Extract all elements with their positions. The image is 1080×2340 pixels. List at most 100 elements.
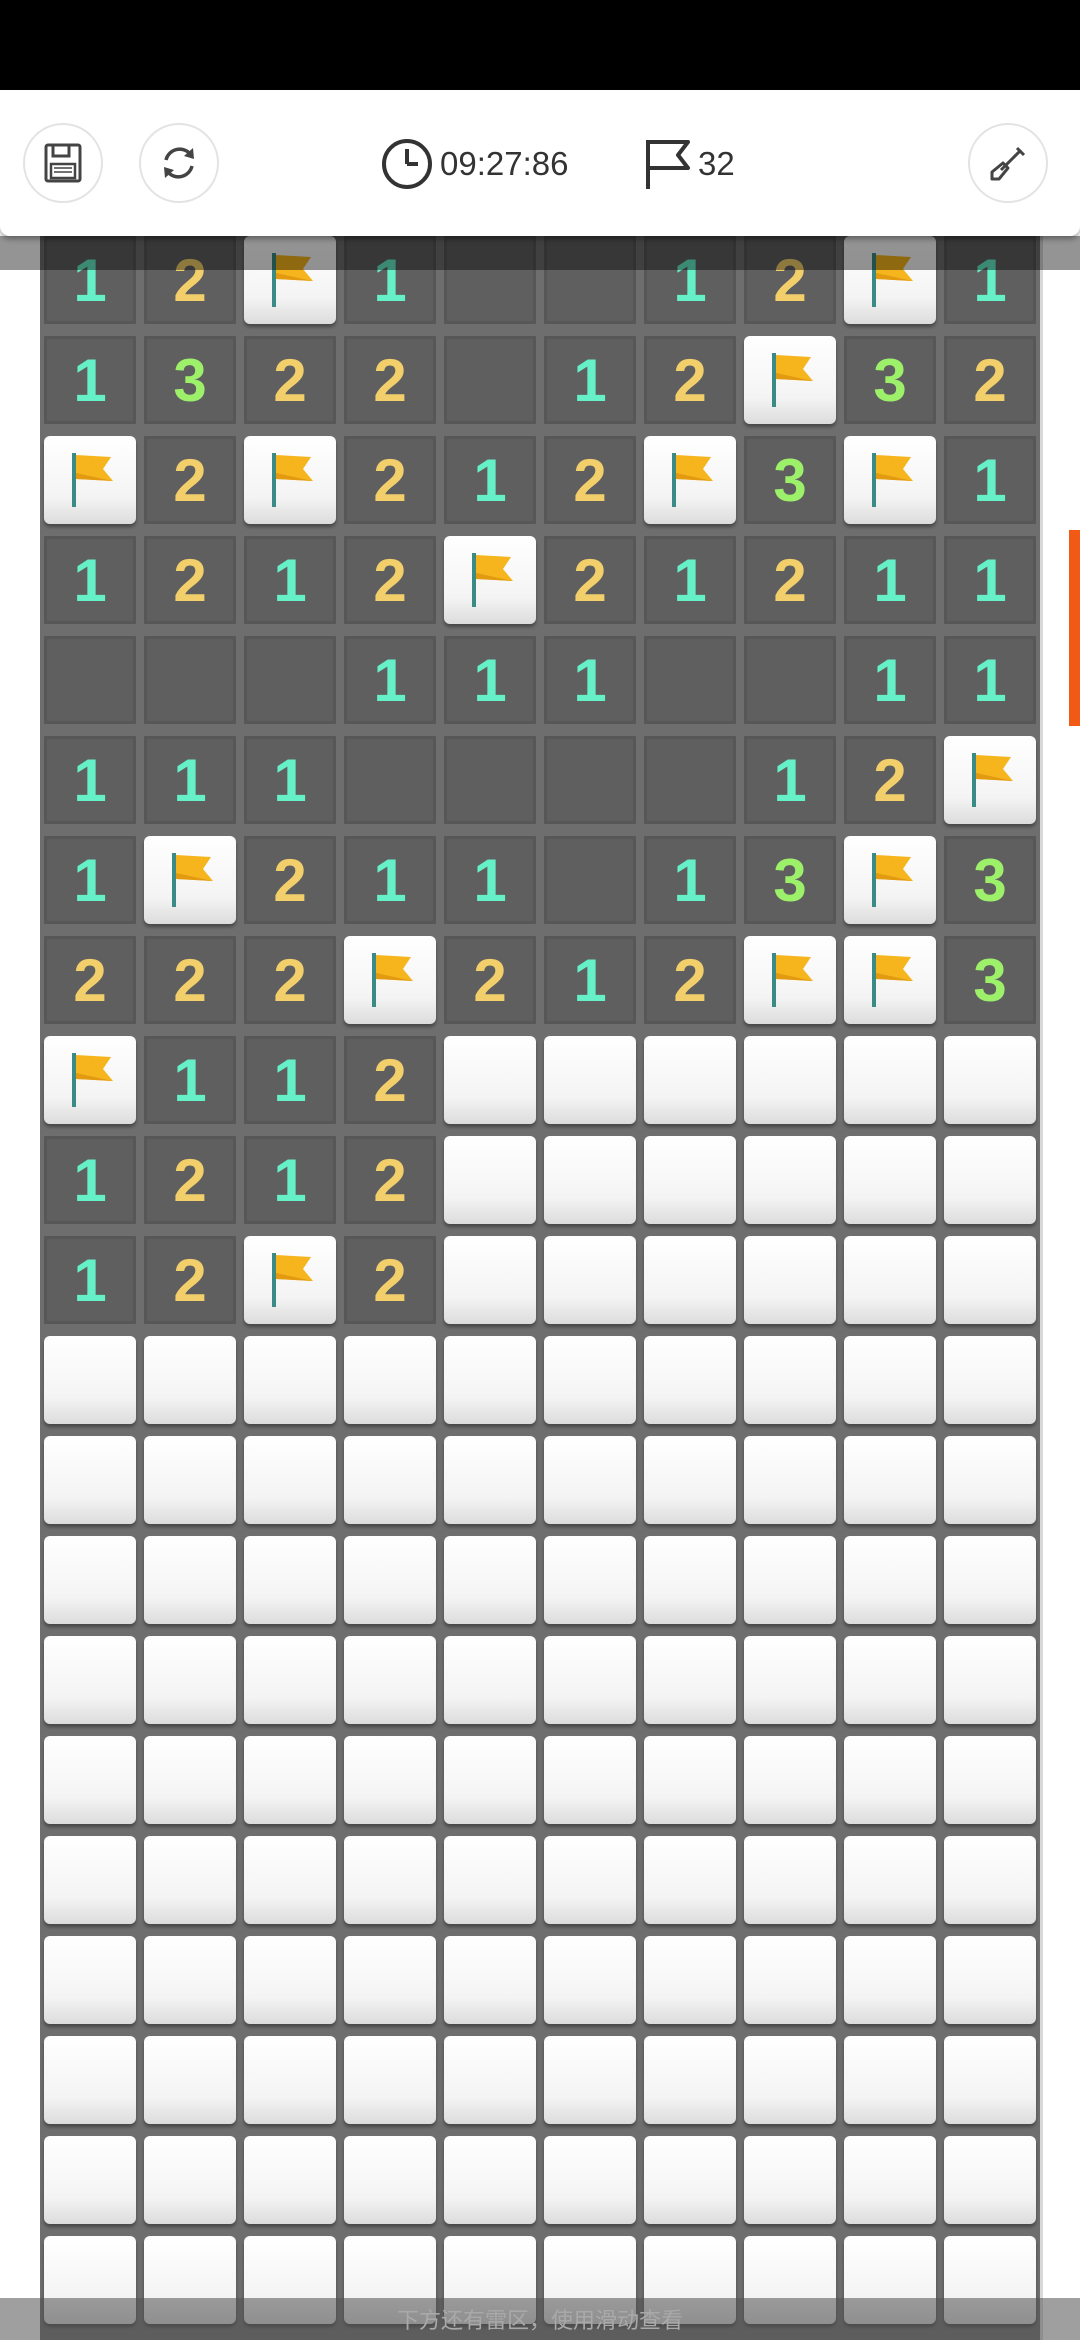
number-cell[interactable]: 3	[844, 336, 936, 424]
hidden-cell[interactable]	[544, 1136, 636, 1224]
hidden-cell[interactable]	[44, 2036, 136, 2124]
number-cell[interactable]: 2	[244, 336, 336, 424]
number-cell[interactable]: 2	[644, 936, 736, 1024]
hidden-cell[interactable]	[744, 2136, 836, 2224]
hidden-cell[interactable]	[344, 2036, 436, 2124]
hidden-cell[interactable]	[144, 1336, 236, 1424]
number-cell[interactable]: 1	[244, 736, 336, 824]
hidden-cell[interactable]	[344, 1636, 436, 1724]
hidden-cell[interactable]	[744, 1636, 836, 1724]
hidden-cell[interactable]	[444, 1436, 536, 1524]
hidden-cell[interactable]	[444, 2136, 536, 2224]
empty-cell[interactable]	[544, 836, 636, 924]
hidden-cell[interactable]	[344, 2136, 436, 2224]
hidden-cell[interactable]	[244, 1936, 336, 2024]
number-cell[interactable]: 1	[444, 636, 536, 724]
hidden-cell[interactable]	[844, 1736, 936, 1824]
hidden-cell[interactable]	[344, 1436, 436, 1524]
number-cell[interactable]: 2	[244, 936, 336, 1024]
hidden-cell[interactable]	[444, 1236, 536, 1324]
hidden-cell[interactable]	[744, 1136, 836, 1224]
hidden-cell[interactable]	[744, 1836, 836, 1924]
hidden-cell[interactable]	[944, 1536, 1036, 1624]
hidden-cell[interactable]	[544, 1936, 636, 2024]
hidden-cell[interactable]	[144, 1736, 236, 1824]
hidden-cell[interactable]	[644, 1936, 736, 2024]
hidden-cell[interactable]	[244, 2036, 336, 2124]
hidden-cell[interactable]	[44, 1636, 136, 1724]
hidden-cell[interactable]	[844, 2036, 936, 2124]
hidden-cell[interactable]	[944, 1036, 1036, 1124]
number-cell[interactable]: 1	[844, 536, 936, 624]
number-cell[interactable]: 2	[244, 836, 336, 924]
number-cell[interactable]: 3	[944, 936, 1036, 1024]
number-cell[interactable]: 2	[744, 536, 836, 624]
flagged-cell[interactable]	[244, 1236, 336, 1324]
number-cell[interactable]: 1	[744, 736, 836, 824]
number-cell[interactable]: 1	[344, 636, 436, 724]
hidden-cell[interactable]	[644, 2136, 736, 2224]
empty-cell[interactable]	[644, 736, 736, 824]
flagged-cell[interactable]	[844, 836, 936, 924]
empty-cell[interactable]	[144, 636, 236, 724]
hidden-cell[interactable]	[444, 1936, 536, 2024]
hidden-cell[interactable]	[544, 1236, 636, 1324]
number-cell[interactable]: 2	[644, 336, 736, 424]
number-cell[interactable]: 2	[944, 336, 1036, 424]
number-cell[interactable]: 1	[244, 1136, 336, 1224]
number-cell[interactable]: 2	[844, 736, 936, 824]
flagged-cell[interactable]	[844, 436, 936, 524]
hidden-cell[interactable]	[844, 1836, 936, 1924]
hidden-cell[interactable]	[244, 1536, 336, 1624]
hidden-cell[interactable]	[244, 1336, 336, 1424]
flagged-cell[interactable]	[144, 836, 236, 924]
hidden-cell[interactable]	[644, 2036, 736, 2124]
hidden-cell[interactable]	[744, 2036, 836, 2124]
number-cell[interactable]: 1	[444, 436, 536, 524]
hidden-cell[interactable]	[544, 1436, 636, 1524]
hidden-cell[interactable]	[544, 1836, 636, 1924]
hidden-cell[interactable]	[944, 1436, 1036, 1524]
number-cell[interactable]: 1	[44, 836, 136, 924]
restart-button[interactable]	[139, 123, 219, 203]
hidden-cell[interactable]	[444, 1736, 536, 1824]
hidden-cell[interactable]	[244, 1636, 336, 1724]
number-cell[interactable]: 2	[344, 336, 436, 424]
flagged-cell[interactable]	[44, 1036, 136, 1124]
hidden-cell[interactable]	[344, 1536, 436, 1624]
number-cell[interactable]: 1	[344, 836, 436, 924]
number-cell[interactable]: 1	[944, 636, 1036, 724]
number-cell[interactable]: 2	[144, 1236, 236, 1324]
empty-cell[interactable]	[744, 636, 836, 724]
number-cell[interactable]: 3	[144, 336, 236, 424]
number-cell[interactable]: 2	[44, 936, 136, 1024]
number-cell[interactable]: 1	[44, 1236, 136, 1324]
hidden-cell[interactable]	[844, 1936, 936, 2024]
hidden-cell[interactable]	[844, 1336, 936, 1424]
empty-cell[interactable]	[244, 636, 336, 724]
hidden-cell[interactable]	[544, 2036, 636, 2124]
number-cell[interactable]: 1	[44, 536, 136, 624]
hidden-cell[interactable]	[844, 1136, 936, 1224]
flagged-cell[interactable]	[944, 736, 1036, 824]
flagged-cell[interactable]	[444, 536, 536, 624]
hidden-cell[interactable]	[144, 1436, 236, 1524]
hidden-cell[interactable]	[544, 1036, 636, 1124]
hidden-cell[interactable]	[44, 1736, 136, 1824]
hidden-cell[interactable]	[444, 2036, 536, 2124]
hidden-cell[interactable]	[144, 1936, 236, 2024]
number-cell[interactable]: 2	[544, 536, 636, 624]
hidden-cell[interactable]	[744, 1536, 836, 1624]
hidden-cell[interactable]	[244, 1836, 336, 1924]
hidden-cell[interactable]	[944, 1736, 1036, 1824]
number-cell[interactable]: 1	[844, 636, 936, 724]
hidden-cell[interactable]	[944, 1936, 1036, 2024]
empty-cell[interactable]	[344, 736, 436, 824]
hidden-cell[interactable]	[44, 1336, 136, 1424]
scrollbar-thumb[interactable]	[1069, 530, 1080, 726]
number-cell[interactable]: 1	[444, 836, 536, 924]
number-cell[interactable]: 3	[744, 836, 836, 924]
empty-cell[interactable]	[444, 736, 536, 824]
hidden-cell[interactable]	[544, 1736, 636, 1824]
hidden-cell[interactable]	[144, 1636, 236, 1724]
